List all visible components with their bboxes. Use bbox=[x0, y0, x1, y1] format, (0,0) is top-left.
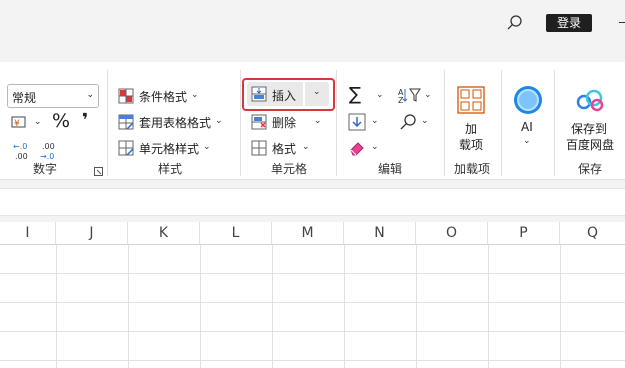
format-as-table-button[interactable]: 套用表格格式 bbox=[139, 114, 211, 131]
column-header[interactable]: N bbox=[344, 222, 416, 245]
svg-text:.00: .00 bbox=[15, 152, 28, 161]
group-label-styles: 样式 bbox=[157, 162, 182, 176]
highlight-frame bbox=[242, 78, 335, 111]
column-line bbox=[344, 245, 345, 368]
svg-text:Z: Z bbox=[398, 96, 404, 104]
chevron-down-icon[interactable]: ⌄ bbox=[302, 142, 310, 152]
number-format-value: 常规 bbox=[12, 91, 37, 105]
chevron-down-icon[interactable]: ⌄ bbox=[34, 117, 42, 127]
chevron-down-icon[interactable]: ⌄ bbox=[371, 116, 379, 126]
chevron-down-icon[interactable]: ⌄ bbox=[376, 90, 384, 100]
add-ins-label-line1: 加 bbox=[465, 122, 478, 136]
chevron-down-icon[interactable]: ⌄ bbox=[203, 142, 211, 152]
column-line bbox=[200, 245, 201, 368]
column-header[interactable]: J bbox=[56, 222, 128, 245]
cell-grid[interactable] bbox=[0, 245, 625, 368]
percent-button[interactable]: % bbox=[52, 110, 70, 132]
baidu-netdisk-icon[interactable] bbox=[576, 88, 604, 115]
increase-decimal-button[interactable]: ←.0.00 bbox=[11, 140, 31, 165]
column-header[interactable]: Q bbox=[560, 222, 625, 245]
group-label-cells: 单元格 bbox=[270, 162, 307, 176]
column-header[interactable]: P bbox=[488, 222, 560, 245]
number-format-select[interactable]: 常规 ⌄ bbox=[7, 84, 99, 108]
group-separator bbox=[444, 70, 445, 176]
add-ins-icon[interactable] bbox=[457, 86, 485, 117]
ribbon: 常规 ⌄ ¥ ⌄ % ❜ ←.0.00 .00 →.0 数字 条件格式 ⌄ 套用表… bbox=[0, 48, 625, 182]
group-separator bbox=[501, 70, 502, 176]
ai-label[interactable]: AI bbox=[521, 120, 533, 134]
save-to-label-line1: 保存到 bbox=[571, 122, 608, 136]
column-line bbox=[56, 245, 57, 368]
add-ins-label-line2: 载项 bbox=[459, 138, 484, 152]
chevron-down-icon[interactable]: ⌄ bbox=[314, 116, 322, 126]
svg-text:.00: .00 bbox=[42, 142, 55, 151]
formula-bar[interactable] bbox=[0, 188, 625, 216]
title-bar: 登录 bbox=[0, 0, 625, 48]
group-label-save: 保存 bbox=[577, 162, 602, 176]
group-separator bbox=[336, 70, 337, 176]
comma-style-button[interactable]: ❜ bbox=[82, 110, 88, 131]
search-icon[interactable] bbox=[505, 13, 525, 33]
chevron-down-icon[interactable]: ⌄ bbox=[191, 90, 199, 100]
chevron-down-icon[interactable]: ⌄ bbox=[215, 116, 223, 126]
row-line bbox=[0, 331, 625, 332]
column-line bbox=[128, 245, 129, 368]
column-line bbox=[560, 245, 561, 368]
column-headers: I J K L M N O P Q bbox=[0, 222, 625, 245]
minimize-icon[interactable] bbox=[619, 22, 625, 23]
conditional-format-button[interactable]: 条件格式 bbox=[139, 88, 187, 105]
column-header[interactable]: L bbox=[200, 222, 272, 245]
login-button[interactable]: 登录 bbox=[546, 14, 592, 32]
group-label-addins: 加载项 bbox=[453, 162, 490, 176]
chevron-down-icon[interactable]: ⌄ bbox=[523, 136, 531, 146]
row-line bbox=[0, 360, 625, 361]
row-line bbox=[0, 273, 625, 274]
svg-text:←.0: ←.0 bbox=[13, 142, 27, 151]
clear-icon[interactable] bbox=[348, 139, 366, 160]
sort-filter-icon[interactable]: AZ bbox=[398, 86, 422, 107]
save-to-label-line2: 百度网盘 bbox=[566, 138, 615, 152]
format-cells-button[interactable]: 格式 bbox=[272, 140, 296, 157]
column-line bbox=[272, 245, 273, 368]
group-separator bbox=[107, 70, 108, 176]
column-header[interactable]: K bbox=[128, 222, 200, 245]
column-line bbox=[488, 245, 489, 368]
column-header[interactable]: I bbox=[0, 222, 56, 245]
row-line bbox=[0, 302, 625, 303]
chevron-down-icon[interactable]: ⌄ bbox=[424, 90, 432, 100]
fill-icon[interactable] bbox=[348, 113, 366, 134]
group-label-number: 数字 bbox=[32, 162, 57, 176]
dialog-launcher-icon[interactable] bbox=[94, 165, 103, 179]
chevron-down-icon[interactable]: ⌄ bbox=[421, 116, 429, 126]
chevron-down-icon[interactable]: ⌄ bbox=[371, 142, 379, 152]
column-line bbox=[416, 245, 417, 368]
column-header[interactable]: O bbox=[416, 222, 488, 245]
cell-styles-button[interactable]: 单元格样式 bbox=[139, 140, 199, 157]
conditional-format-icon bbox=[118, 88, 134, 107]
group-label-editing: 编辑 bbox=[377, 162, 402, 176]
group-separator bbox=[554, 70, 555, 176]
chevron-down-icon: ⌄ bbox=[86, 90, 94, 100]
group-separator bbox=[240, 70, 241, 176]
find-select-icon[interactable] bbox=[398, 112, 418, 135]
accounting-format-icon[interactable]: ¥ bbox=[11, 114, 29, 133]
format-cells-icon bbox=[251, 140, 267, 159]
autosum-icon[interactable]: ∑ bbox=[349, 84, 361, 105]
column-header[interactable]: M bbox=[272, 222, 344, 245]
ai-icon[interactable] bbox=[512, 84, 544, 119]
delete-cells-button[interactable]: 删除 bbox=[272, 114, 296, 131]
delete-cells-icon bbox=[251, 114, 267, 133]
cell-styles-icon bbox=[118, 140, 134, 159]
format-as-table-icon bbox=[118, 114, 134, 133]
svg-text:¥: ¥ bbox=[14, 119, 20, 129]
